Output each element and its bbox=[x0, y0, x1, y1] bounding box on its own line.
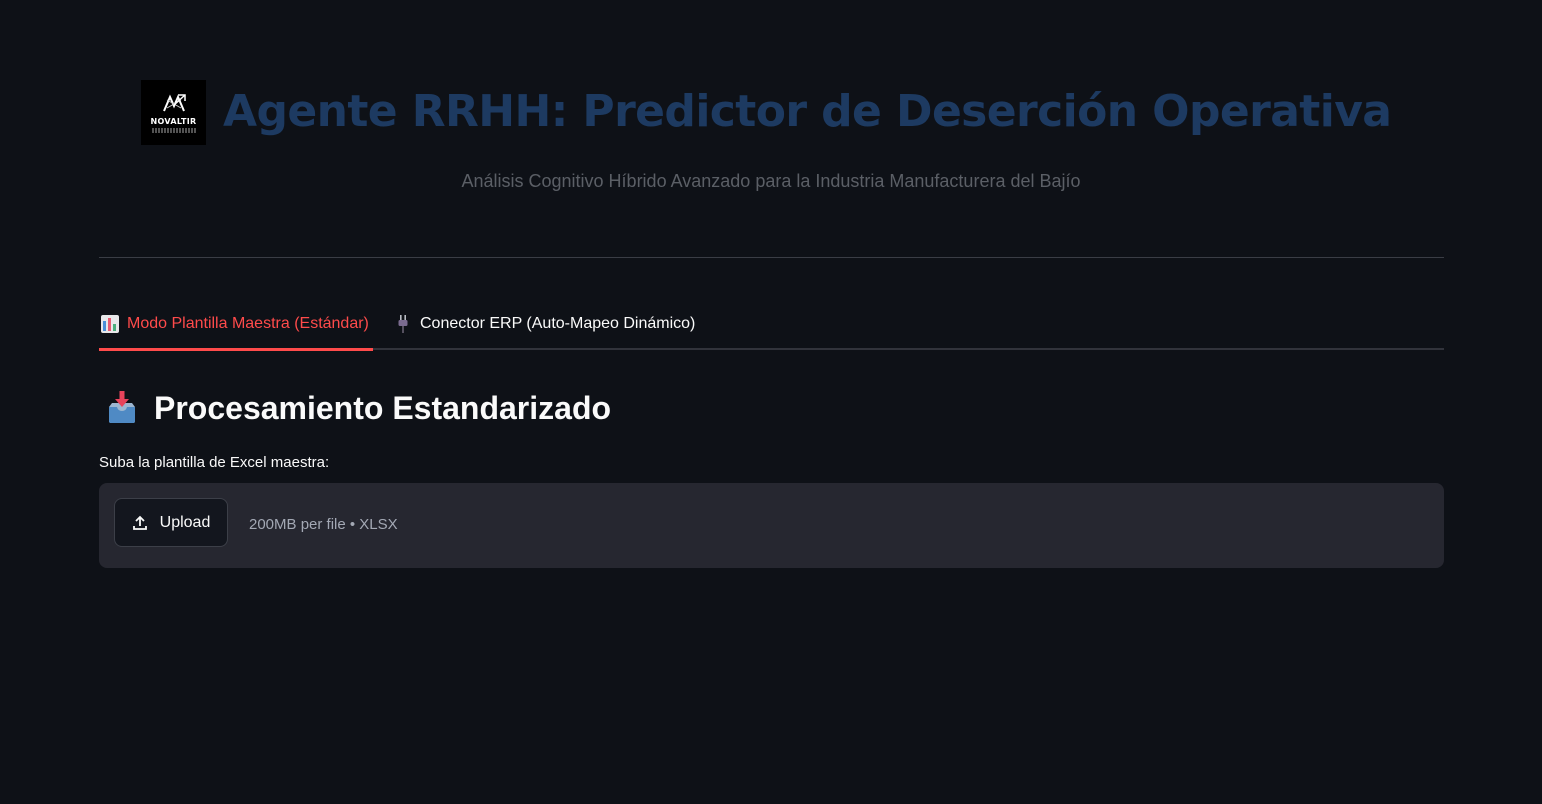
file-uploader-label: Suba la plantilla de Excel maestra: bbox=[99, 454, 330, 471]
logo-tagline bbox=[151, 128, 196, 133]
section-title: Procesamiento Estandarizado bbox=[154, 390, 612, 426]
header-divider bbox=[99, 257, 1444, 258]
upload-button[interactable]: Upload bbox=[114, 498, 228, 547]
section-heading: Procesamiento Estandarizado bbox=[106, 386, 611, 430]
file-dropzone[interactable]: Upload 200MB per file • XLSX bbox=[99, 483, 1444, 568]
inbox-tray-icon bbox=[109, 391, 135, 423]
plug-icon bbox=[398, 315, 408, 333]
tab-label: Modo Plantilla Maestra (Estándar) bbox=[127, 315, 369, 332]
page-subtitle: Análisis Cognitivo Híbrido Avanzado para… bbox=[461, 171, 1081, 191]
novaltir-logo: NOVALTIR bbox=[141, 80, 206, 145]
upload-limit-hint: 200MB per file • XLSX bbox=[249, 516, 398, 533]
active-tab-indicator bbox=[99, 348, 373, 351]
tab-label: Conector ERP (Auto-Mapeo Dinámico) bbox=[420, 315, 696, 332]
logo-wordmark: NOVALTIR bbox=[150, 117, 197, 126]
bar-chart-icon bbox=[101, 315, 119, 333]
app-page: NOVALTIR Agente RRHH: Predictor de Deser… bbox=[0, 0, 1542, 804]
tab-bar: Modo Plantilla Maestra (Estándar) Conect… bbox=[99, 300, 1444, 351]
page-title: Agente RRHH: Predictor de Deserción Oper… bbox=[223, 86, 1392, 137]
upload-button-label: Upload bbox=[159, 513, 211, 531]
tab-plantilla-maestra[interactable]: Modo Plantilla Maestra (Estándar) bbox=[101, 313, 369, 335]
page-header: NOVALTIR Agente RRHH: Predictor de Deser… bbox=[0, 80, 1542, 146]
logo-mark-icon bbox=[162, 94, 186, 112]
upload-icon bbox=[132, 515, 147, 530]
tab-conector-erp[interactable]: Conector ERP (Auto-Mapeo Dinámico) bbox=[396, 313, 695, 335]
